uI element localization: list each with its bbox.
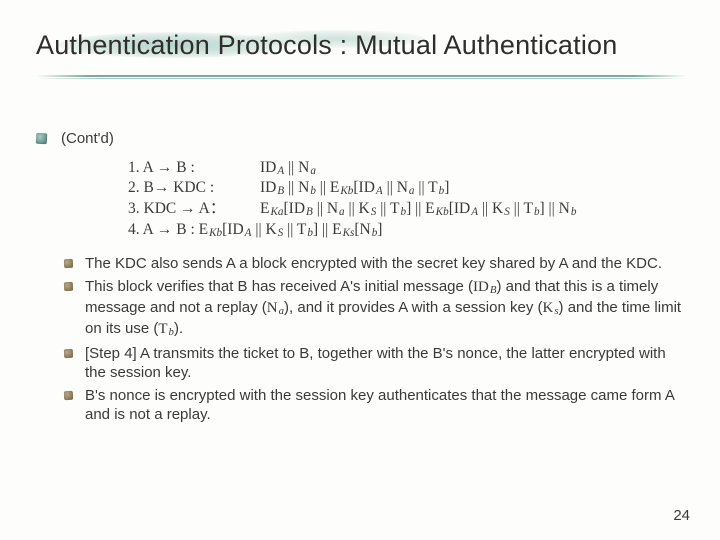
slide-body: (Cont'd) 1. A → B : IDA || Na 2. B→ KDC … [36, 129, 684, 425]
step-4: 4. A → B : EKb[IDA || KS || Tb] || EKs[N… [128, 219, 684, 240]
protocol-steps: 1. A → B : IDA || Na 2. B→ KDC : IDB || … [128, 158, 684, 240]
bullet-text-4: B's nonce is encrypted with the session … [85, 386, 684, 424]
page-title: Authentication Protocols : Mutual Authen… [36, 30, 684, 61]
slide: Authentication Protocols : Mutual Authen… [0, 0, 720, 540]
contd-row: (Cont'd) [36, 129, 684, 148]
bullet-row-3: [Step 4] A transmits the ticket to B, to… [64, 344, 684, 382]
page-number: 24 [673, 507, 690, 524]
step-1-right: IDA || Na [260, 158, 684, 178]
step-1-left: 1. A → B : [128, 158, 260, 178]
title-underline [36, 71, 686, 83]
bullet-small-icon [64, 391, 73, 400]
bullet-small-icon [64, 259, 73, 268]
bullet-text-2: This block verifies that B has received … [85, 277, 684, 339]
step-3: 3. KDC → A： EKa[IDB || Na || KS || Tb] |… [128, 199, 684, 219]
bullet-row-1: The KDC also sends A a block encrypted w… [64, 254, 684, 273]
bullet-row-2: This block verifies that B has received … [64, 277, 684, 339]
step-2-right: IDB || Nb || EKb[IDA || Na || Tb] [260, 178, 684, 198]
bullet-small-icon [64, 349, 73, 358]
bullet-text-3: [Step 4] A transmits the ticket to B, to… [85, 344, 684, 382]
step-2: 2. B→ KDC : IDB || Nb || EKb[IDA || Na |… [128, 178, 684, 198]
step-3-left: 3. KDC → A： [128, 199, 260, 219]
step-2-left: 2. B→ KDC : [128, 178, 260, 198]
bullet-square-icon [36, 133, 48, 145]
title-block: Authentication Protocols : Mutual Authen… [36, 30, 684, 91]
bullet-small-icon [64, 282, 73, 291]
bullet-text-1: The KDC also sends A a block encrypted w… [85, 254, 684, 273]
step-3-right: EKa[IDB || Na || KS || Tb] || EKb[IDA ||… [260, 199, 684, 219]
contd-label: (Cont'd) [61, 129, 684, 148]
step-1: 1. A → B : IDA || Na [128, 158, 684, 178]
bullet-row-4: B's nonce is encrypted with the session … [64, 386, 684, 424]
